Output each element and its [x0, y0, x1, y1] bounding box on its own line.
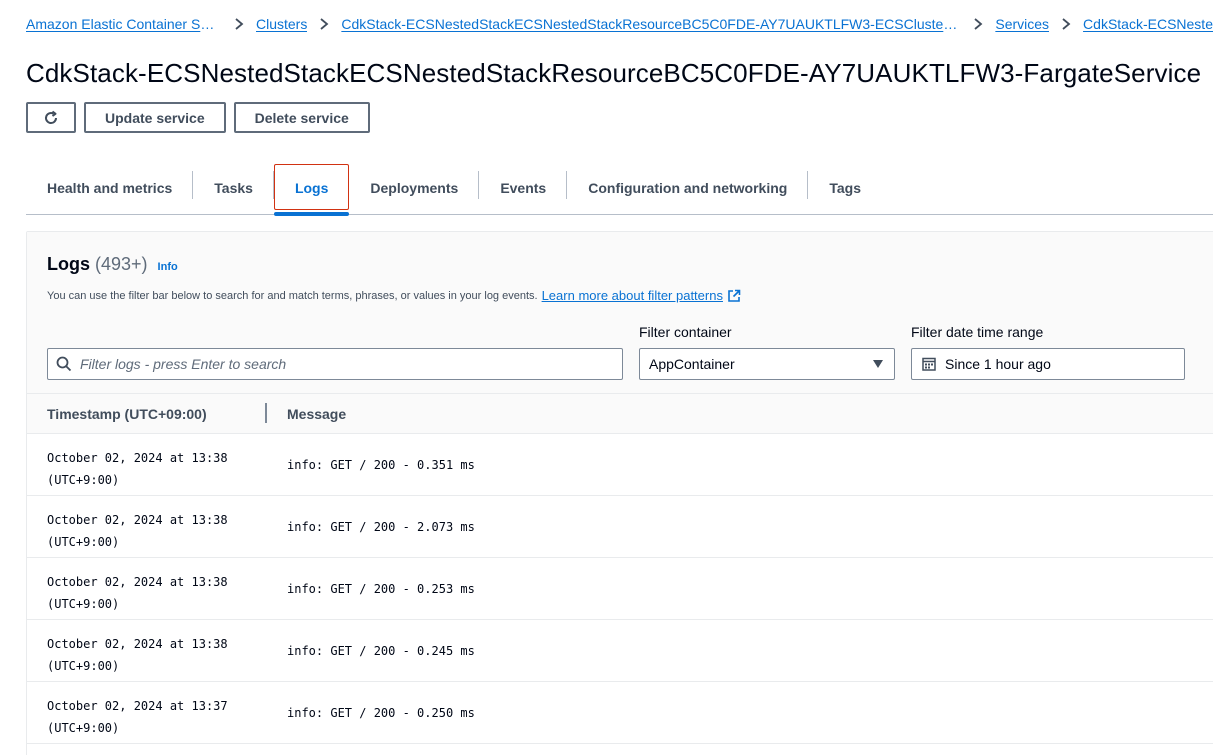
row-message: info: GET / 200 - 0.351 ms — [287, 458, 475, 472]
row-message: info: GET / 200 - 2.073 ms — [287, 520, 475, 534]
log-table-body: October 02, 2024 at 13:38 (UTC+9:00) info… — [27, 434, 1213, 744]
breadcrumb-ecs[interactable]: Amazon Elastic Container Service — [26, 16, 222, 32]
timestamp-tz: (UTC+9:00) — [47, 535, 120, 549]
filter-container-select[interactable]: AppContainer — [639, 348, 895, 380]
filter-logs-input[interactable] — [80, 356, 600, 372]
tab-label: Tags — [829, 180, 861, 196]
tab-label: Events — [500, 180, 547, 196]
logs-panel-header: Logs (493+) Info You can use the filter … — [27, 232, 1213, 394]
column-resizer[interactable] — [265, 403, 267, 423]
timestamp-date: October 02, 2024 at 13:38 — [47, 575, 228, 589]
delete-service-button[interactable]: Delete service — [233, 102, 370, 133]
tab-logs[interactable]: Logs — [273, 162, 350, 216]
external-link-icon — [728, 289, 741, 302]
tab-health-and-metrics[interactable]: Health and metrics — [26, 162, 194, 214]
chevron-right-icon — [222, 18, 256, 30]
table-row[interactable]: October 02, 2024 at 13:38 (UTC+9:00) info… — [27, 496, 1213, 558]
logs-title: Logs — [47, 254, 90, 274]
row-timestamp: October 02, 2024 at 13:38 (UTC+9:00) — [47, 509, 228, 553]
timestamp-date: October 02, 2024 at 13:37 — [47, 699, 228, 713]
row-message: info: GET / 200 - 0.245 ms — [287, 644, 475, 658]
logs-panel: Logs (493+) Info You can use the filter … — [26, 231, 1213, 755]
column-header-message[interactable]: Message — [287, 406, 346, 422]
refresh-button[interactable] — [26, 102, 76, 133]
action-bar: Update service Delete service — [26, 102, 370, 133]
filter-container-value: AppContainer — [649, 356, 735, 372]
tab-label: Tasks — [214, 180, 253, 196]
timestamp-tz: (UTC+9:00) — [47, 473, 120, 487]
update-service-button[interactable]: Update service — [84, 102, 226, 133]
filter-date-label: Filter date time range — [911, 324, 1044, 340]
timestamp-date: October 02, 2024 at 13:38 — [47, 637, 228, 651]
page-title: CdkStack-ECSNestedStackECSNestedStackRes… — [26, 58, 1202, 88]
refresh-icon — [45, 110, 58, 124]
tab-label: Configuration and networking — [588, 180, 788, 196]
learn-more-link[interactable]: Learn more about filter patterns — [542, 288, 741, 303]
timestamp-date: October 02, 2024 at 13:38 — [47, 451, 228, 465]
breadcrumb-services[interactable]: Services — [995, 16, 1049, 32]
tab-tags[interactable]: Tags — [808, 162, 882, 214]
tab-events[interactable]: Events — [479, 162, 568, 214]
learn-more-text: Learn more about filter patterns — [541, 288, 723, 303]
logs-description: You can use the filter bar below to sear… — [47, 288, 741, 303]
tab-tasks[interactable]: Tasks — [193, 162, 274, 214]
row-timestamp: October 02, 2024 at 13:38 (UTC+9:00) — [47, 447, 228, 491]
tab-bar: Health and metrics Tasks Logs Deployment… — [26, 162, 1213, 216]
chevron-right-icon — [1049, 18, 1083, 30]
table-row[interactable]: October 02, 2024 at 13:37 (UTC+9:00) info… — [27, 682, 1213, 744]
column-header-timestamp[interactable]: Timestamp (UTC+09:00) — [47, 406, 207, 422]
info-link[interactable]: Info — [158, 261, 178, 273]
caret-down-icon — [873, 360, 883, 368]
logs-heading: Logs (493+) Info — [47, 254, 178, 275]
table-header: Timestamp (UTC+09:00) Message — [27, 394, 1213, 434]
logs-count: (493+) — [95, 254, 148, 274]
row-message: info: GET / 200 - 0.250 ms — [287, 706, 475, 720]
timestamp-tz: (UTC+9:00) — [47, 597, 120, 611]
breadcrumb-service[interactable]: CdkStack-ECSNestedStackECSNestedStackRes… — [1083, 16, 1213, 32]
tab-configuration-and-networking[interactable]: Configuration and networking — [567, 162, 809, 214]
timestamp-tz: (UTC+9:00) — [47, 659, 120, 673]
table-row[interactable]: October 02, 2024 at 13:38 (UTC+9:00) info… — [27, 558, 1213, 620]
timestamp-tz: (UTC+9:00) — [47, 721, 120, 735]
chevron-right-icon — [961, 18, 995, 30]
chevron-right-icon — [307, 18, 341, 30]
row-timestamp: October 02, 2024 at 13:38 (UTC+9:00) — [47, 633, 228, 677]
tab-label: Health and metrics — [47, 180, 173, 196]
breadcrumb: Amazon Elastic Container Service Cluster… — [26, 14, 1213, 34]
calendar-icon — [922, 357, 936, 371]
table-row[interactable]: October 02, 2024 at 13:38 (UTC+9:00) info… — [27, 620, 1213, 682]
filter-date-range[interactable]: Since 1 hour ago — [911, 348, 1185, 380]
row-timestamp: October 02, 2024 at 13:37 (UTC+9:00) — [47, 695, 228, 739]
tab-label: Deployments — [370, 180, 459, 196]
search-icon — [56, 356, 72, 372]
tab-deployments[interactable]: Deployments — [349, 162, 480, 214]
row-timestamp: October 02, 2024 at 13:38 (UTC+9:00) — [47, 571, 228, 615]
breadcrumb-clusters[interactable]: Clusters — [256, 16, 307, 32]
breadcrumb-cluster[interactable]: CdkStack-ECSNestedStackECSNestedStackRes… — [341, 16, 961, 32]
timestamp-date: October 02, 2024 at 13:38 — [47, 513, 228, 527]
filter-date-value: Since 1 hour ago — [945, 356, 1051, 372]
description-text: You can use the filter bar below to sear… — [47, 289, 538, 302]
filter-container-label: Filter container — [639, 324, 732, 340]
table-row[interactable]: October 02, 2024 at 13:38 (UTC+9:00) info… — [27, 434, 1213, 496]
filter-logs-search — [47, 348, 623, 380]
row-message: info: GET / 200 - 0.253 ms — [287, 582, 475, 596]
